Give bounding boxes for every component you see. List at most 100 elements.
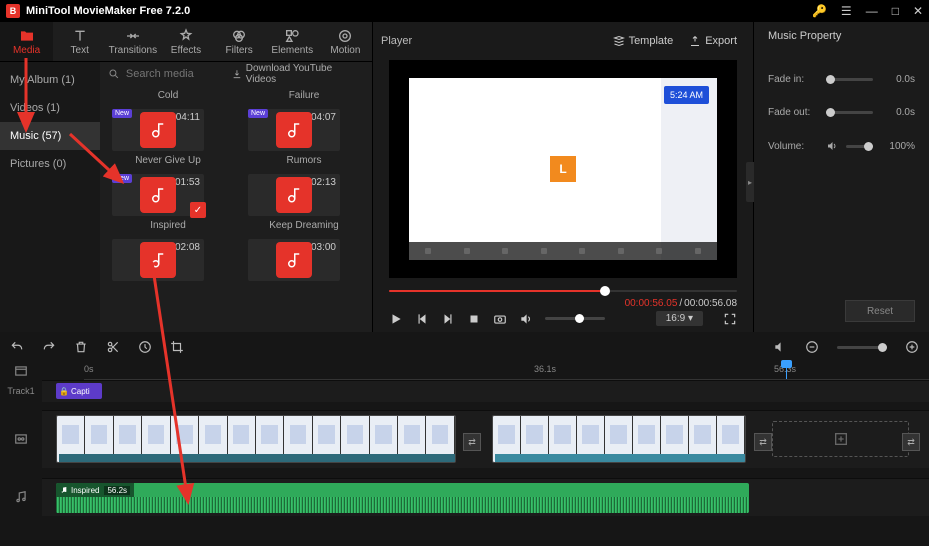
media-title: Failure bbox=[248, 86, 360, 101]
undo-button[interactable] bbox=[10, 340, 24, 354]
speed-button[interactable] bbox=[138, 340, 152, 354]
close-button[interactable]: ✕ bbox=[913, 4, 923, 18]
fade-out-row: Fade out: 0.0s bbox=[768, 107, 915, 118]
playhead[interactable] bbox=[786, 362, 787, 379]
audio-clip[interactable]: Inspired 56.2s bbox=[56, 483, 749, 513]
filters-icon bbox=[231, 28, 247, 44]
tab-transitions[interactable]: Transitions bbox=[106, 22, 159, 61]
template-button[interactable]: Template bbox=[605, 31, 682, 51]
media-card[interactable]: 02:08 bbox=[112, 239, 224, 285]
play-button[interactable] bbox=[389, 312, 403, 326]
key-icon[interactable]: 🔑 bbox=[812, 4, 827, 18]
volume-row: Volume: 100% bbox=[768, 140, 915, 152]
time-total: 00:00:56.08 bbox=[684, 298, 737, 309]
zoom-out-button[interactable] bbox=[805, 340, 819, 354]
elements-icon bbox=[284, 28, 300, 44]
fullscreen-button[interactable] bbox=[723, 312, 737, 326]
download-icon bbox=[232, 69, 242, 79]
zoom-in-button[interactable] bbox=[905, 340, 919, 354]
snapshot-button[interactable] bbox=[493, 312, 507, 326]
tab-elements[interactable]: Elements bbox=[266, 22, 319, 61]
minimize-button[interactable]: — bbox=[866, 4, 878, 18]
time-sep: / bbox=[679, 298, 682, 309]
fade-in-value: 0.0s bbox=[881, 74, 915, 85]
caption-clip[interactable]: 🔒 Capti bbox=[56, 383, 102, 399]
timeline-ruler[interactable]: 0s 36.1s 56.3s bbox=[84, 362, 929, 380]
transition-1[interactable]: ⇄ bbox=[463, 433, 481, 451]
volume-icon[interactable] bbox=[519, 312, 533, 326]
audio-icon[interactable] bbox=[773, 340, 787, 354]
volume-label: Volume: bbox=[768, 141, 818, 152]
split-button[interactable] bbox=[106, 340, 120, 354]
volume-prop-slider[interactable] bbox=[846, 145, 873, 148]
seek-bar[interactable] bbox=[389, 288, 737, 294]
preview-toolbar bbox=[409, 242, 717, 260]
export-icon bbox=[689, 35, 701, 47]
music-icon bbox=[276, 242, 312, 278]
title-bar: B MiniTool MovieMaker Free 7.2.0 🔑 ☰ — □… bbox=[0, 0, 929, 22]
video-clip-1[interactable]: 36.1s bbox=[56, 415, 456, 463]
media-card[interactable]: Failure bbox=[248, 86, 360, 101]
maximize-button[interactable]: □ bbox=[892, 4, 899, 18]
aspect-ratio-select[interactable]: 16:9 ▾ bbox=[656, 311, 703, 326]
media-title bbox=[112, 281, 224, 285]
tab-label: Media bbox=[13, 45, 40, 56]
volume-slider[interactable] bbox=[545, 317, 605, 320]
download-youtube-button[interactable]: Download YouTube Videos bbox=[232, 63, 364, 85]
sidebar-item-music[interactable]: Music (57) bbox=[0, 122, 100, 150]
motion-icon bbox=[337, 28, 353, 44]
crop-button[interactable] bbox=[170, 340, 184, 354]
media-card[interactable]: New04:07Rumors bbox=[248, 109, 360, 166]
download-label: Download YouTube Videos bbox=[246, 63, 364, 85]
zoom-slider[interactable] bbox=[837, 346, 887, 349]
fade-out-slider[interactable] bbox=[826, 111, 873, 114]
stop-button[interactable] bbox=[467, 312, 481, 326]
reset-button[interactable]: Reset bbox=[845, 300, 915, 322]
media-title: Rumors bbox=[248, 151, 360, 166]
media-card[interactable]: 03:00 bbox=[248, 239, 360, 285]
check-icon: ✓ bbox=[190, 202, 206, 218]
video-drop-zone[interactable] bbox=[772, 421, 909, 457]
prev-button[interactable] bbox=[415, 312, 429, 326]
media-card[interactable]: New04:11Never Give Up bbox=[112, 109, 224, 166]
ruler-mark: 0s bbox=[84, 364, 94, 374]
tab-effects[interactable]: Effects bbox=[159, 22, 212, 61]
next-button[interactable] bbox=[441, 312, 455, 326]
sidebar-item-album[interactable]: My Album (1) bbox=[0, 66, 100, 94]
collapse-panel-button[interactable]: ▸ bbox=[746, 162, 754, 202]
sidebar-item-pictures[interactable]: Pictures (0) bbox=[0, 150, 100, 178]
tab-text[interactable]: Text bbox=[53, 22, 106, 61]
transition-3[interactable]: ⇄ bbox=[902, 433, 920, 451]
audio-clip-name: Inspired bbox=[71, 486, 99, 495]
video-clip-2[interactable] bbox=[492, 415, 746, 463]
media-grid: Cold Failure New04:11Never Give Up New04:07… bbox=[100, 86, 372, 332]
delete-button[interactable] bbox=[74, 340, 88, 354]
music-icon bbox=[140, 177, 176, 213]
tab-motion[interactable]: Motion bbox=[319, 22, 372, 61]
media-title: Inspired bbox=[112, 216, 224, 231]
sidebar-item-videos[interactable]: Videos (1) bbox=[0, 94, 100, 122]
player-title: Player bbox=[381, 35, 605, 47]
transitions-icon bbox=[125, 28, 141, 44]
template-icon bbox=[613, 35, 625, 47]
transition-2[interactable]: ⇄ bbox=[754, 433, 772, 451]
preview-time-badge: 5:24 AM bbox=[664, 86, 709, 104]
tab-label: Effects bbox=[171, 45, 201, 56]
fade-in-slider[interactable] bbox=[826, 78, 873, 81]
redo-button[interactable] bbox=[42, 340, 56, 354]
media-card[interactable]: 02:13Keep Dreaming bbox=[248, 174, 360, 231]
menu-icon[interactable]: ☰ bbox=[841, 4, 852, 18]
search-input[interactable] bbox=[126, 68, 226, 80]
media-title: Keep Dreaming bbox=[248, 216, 360, 231]
preview-canvas[interactable]: 5:24 AM L bbox=[389, 60, 737, 278]
tab-label: Filters bbox=[226, 45, 253, 56]
tab-filters[interactable]: Filters bbox=[213, 22, 266, 61]
music-icon bbox=[140, 242, 176, 278]
music-icon bbox=[276, 177, 312, 213]
tab-media[interactable]: Media bbox=[0, 22, 53, 61]
media-card[interactable]: Cold bbox=[112, 86, 224, 101]
export-button[interactable]: Export bbox=[681, 31, 745, 51]
preview-avatar: L bbox=[550, 156, 576, 182]
timeline-toolbar bbox=[0, 332, 929, 362]
media-card[interactable]: New01:53✓Inspired bbox=[112, 174, 224, 231]
